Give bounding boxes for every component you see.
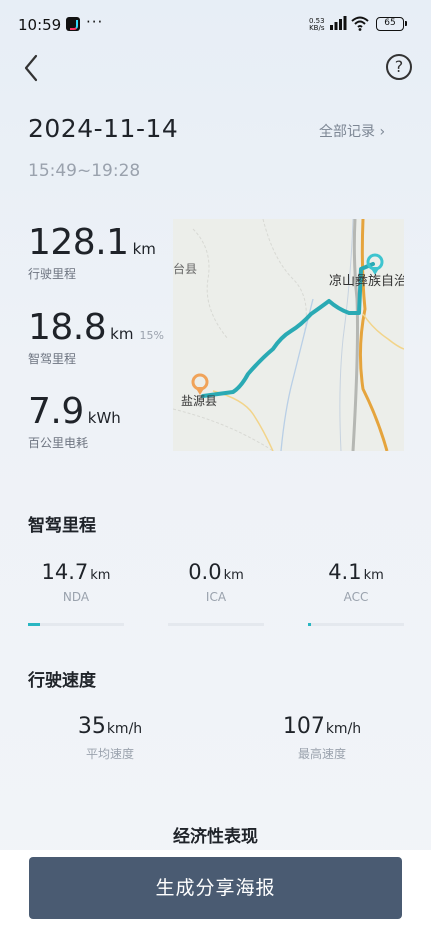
ica-metric: 0.0 km ICA bbox=[167, 560, 265, 604]
economy-title: 经济性表现 bbox=[173, 827, 258, 847]
status-time: 10:59 bbox=[18, 16, 62, 34]
nda-progress-fill bbox=[28, 623, 40, 626]
status-bar: 10:59 ··· 0.53 KB/s 65 bbox=[0, 0, 431, 48]
smart-distance-unit: km bbox=[110, 325, 134, 343]
avg-speed-metric: 35km/h 平均速度 bbox=[50, 714, 170, 762]
ica-unit: km bbox=[223, 568, 244, 583]
distance-unit: km bbox=[132, 240, 156, 258]
max-speed-value: 107 bbox=[282, 714, 325, 739]
max-speed-unit: km/h bbox=[325, 721, 362, 737]
ica-value: 0.0 bbox=[188, 560, 222, 584]
nda-metric: 14.7 km NDA bbox=[27, 560, 125, 604]
avg-speed-label: 平均速度 bbox=[85, 747, 134, 761]
help-button[interactable]: ? bbox=[386, 54, 412, 80]
smart-distance-label: 智驾里程 bbox=[28, 352, 77, 366]
tiktok-icon bbox=[66, 17, 80, 31]
signal-icon bbox=[330, 16, 347, 30]
network-speed-unit: KB/s bbox=[309, 24, 325, 32]
back-button[interactable] bbox=[20, 50, 46, 86]
consumption-unit: kWh bbox=[87, 409, 121, 427]
generate-share-poster-button[interactable]: 生成分享海报 bbox=[29, 857, 402, 919]
nda-label: NDA bbox=[62, 590, 90, 604]
acc-progress-bar bbox=[308, 623, 404, 626]
smart-distance-value: 18.8 bbox=[28, 307, 107, 348]
nda-value: 14.7 bbox=[41, 560, 89, 584]
ica-label: ICA bbox=[205, 590, 227, 604]
consumption-value: 7.9 bbox=[28, 391, 84, 432]
acc-unit: km bbox=[363, 568, 384, 583]
all-records-link[interactable]: 全部记录 › bbox=[319, 121, 385, 141]
more-notifications-icon: ··· bbox=[86, 13, 104, 31]
max-speed-label: 最高速度 bbox=[297, 747, 346, 761]
max-speed-metric: 107km/h 最高速度 bbox=[262, 714, 382, 762]
route-map[interactable]: 台县 凉山彝族自治 盐源县 bbox=[173, 219, 404, 451]
consumption-label: 百公里电耗 bbox=[28, 436, 89, 450]
battery-icon: 65 bbox=[376, 17, 407, 31]
map-canvas: 台县 凉山彝族自治 盐源县 bbox=[173, 219, 404, 451]
distance-stat: 128.1 km 行驶里程 bbox=[28, 222, 156, 282]
map-label-liangshan: 凉山彝族自治 bbox=[329, 273, 404, 289]
trip-date: 2024-11-14 bbox=[28, 114, 179, 143]
smart-distance-stat: 18.8 km 15% 智驾里程 bbox=[28, 307, 164, 367]
smart-distance-percent: 15% bbox=[139, 329, 164, 342]
acc-label: ACC bbox=[343, 590, 369, 604]
wifi-icon bbox=[351, 16, 369, 31]
acc-progress-fill bbox=[308, 623, 311, 626]
network-speed: 0.53 KB/s bbox=[309, 18, 325, 32]
avg-speed-value: 35 bbox=[77, 714, 106, 739]
acc-metric: 4.1 km ACC bbox=[307, 560, 405, 604]
nda-progress-bar bbox=[28, 623, 124, 626]
smart-driving-title: 智驾里程 bbox=[28, 516, 96, 536]
consumption-stat: 7.9 kWh 百公里电耗 bbox=[28, 391, 121, 451]
distance-value: 128.1 bbox=[28, 222, 129, 263]
map-label-yanyuan: 盐源县 bbox=[181, 394, 217, 408]
avg-speed-unit: km/h bbox=[106, 721, 143, 737]
ica-progress-bar bbox=[168, 623, 264, 626]
acc-value: 4.1 bbox=[328, 560, 362, 584]
trip-time-range: 15:49~19:28 bbox=[28, 161, 141, 181]
nda-unit: km bbox=[90, 568, 111, 583]
distance-label: 行驶里程 bbox=[28, 267, 77, 281]
map-label-taixian: 台县 bbox=[173, 261, 197, 276]
speed-title: 行驶速度 bbox=[28, 671, 96, 691]
